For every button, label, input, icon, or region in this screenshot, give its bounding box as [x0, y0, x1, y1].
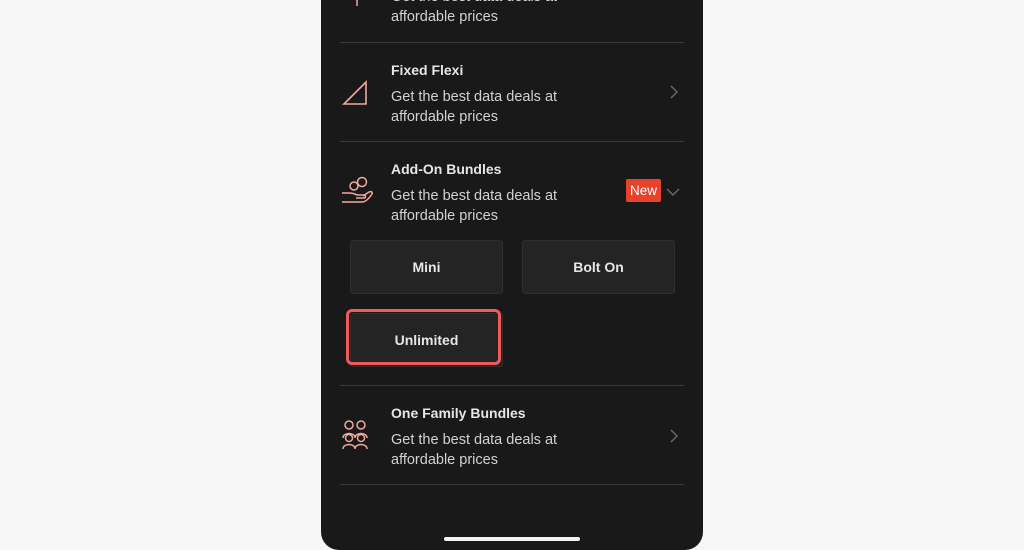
selection-highlight [346, 309, 501, 365]
list-item-title: Add-On Bundles [391, 161, 502, 177]
chevron-right-icon[interactable] [668, 85, 680, 99]
family-icon [342, 420, 368, 450]
list-item-title: One Family Bundles [391, 405, 526, 421]
bolt-on-option-button[interactable]: Bolt On [522, 240, 675, 294]
chevron-right-icon[interactable] [668, 429, 680, 443]
list-item-desc: Get the best data deals at affordable pr… [391, 432, 558, 468]
mini-option-button[interactable]: Mini [350, 240, 503, 294]
list-item-title: Fixed Flexi [391, 62, 464, 78]
list-item-desc: Get the best data deals at affordable pr… [391, 0, 557, 25]
list-item-fixed-flexi[interactable]: Fixed Flexi Get the best data deals at a… [340, 43, 684, 142]
list-item-desc: Get the best data deals at affordable pr… [391, 188, 558, 224]
home-indicator[interactable] [444, 537, 580, 541]
cube-icon [356, 0, 358, 6]
hand-coins-icon [342, 176, 373, 203]
new-badge: New [626, 179, 662, 202]
chevron-down-icon[interactable] [666, 187, 680, 197]
list-item-top[interactable]: Get the best data deals at affordable pr… [340, 0, 684, 43]
list-item-addon-bundles[interactable]: Add-On Bundles Get the best data deals a… [340, 142, 684, 232]
list-item-one-family-bundles[interactable]: One Family Bundles Get the best data dea… [340, 386, 684, 485]
triangle-icon [342, 80, 367, 105]
list-item-desc: Get the best data deals at affordable pr… [391, 89, 558, 125]
